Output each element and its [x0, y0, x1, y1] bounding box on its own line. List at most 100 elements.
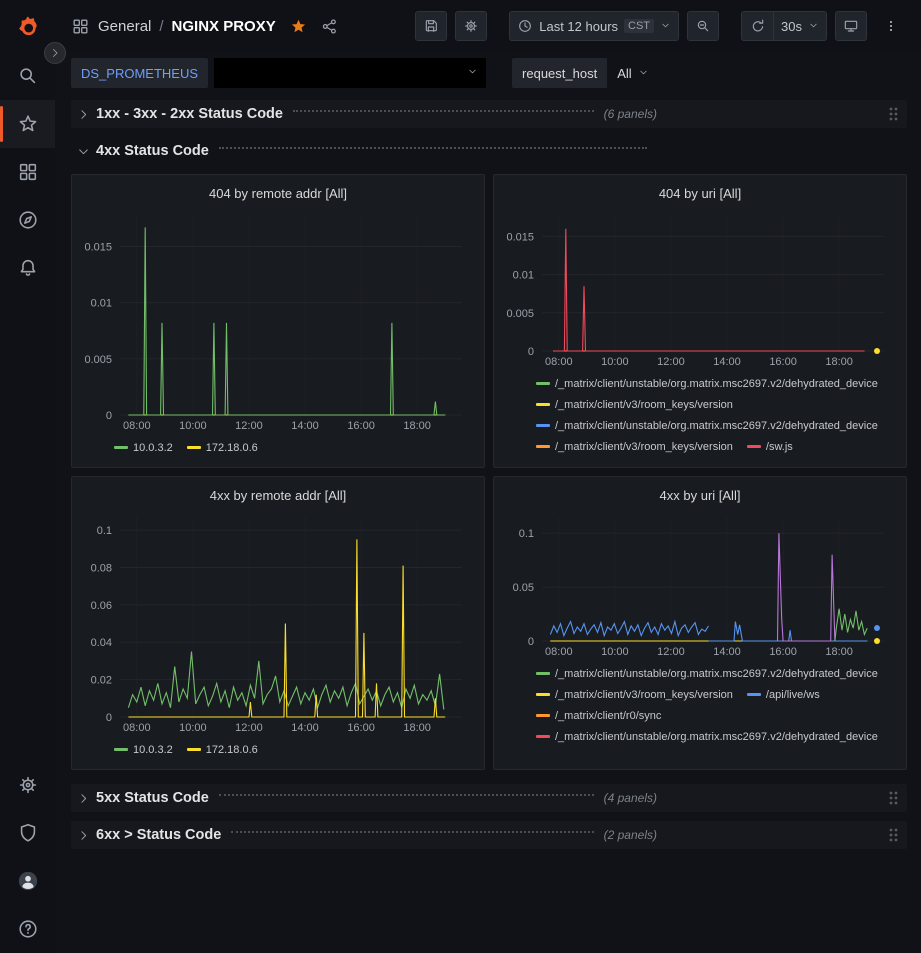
legend-item[interactable]: 10.0.3.2	[114, 739, 173, 760]
more-options-button[interactable]	[875, 11, 907, 41]
legend-item[interactable]: 10.0.3.2	[114, 437, 173, 458]
chevron-down-icon	[660, 20, 671, 31]
sidebar-item-help[interactable]	[0, 905, 55, 953]
timeseries-chart[interactable]: 08:0010:0012:0014:0016:0018:0000.0050.01…	[80, 207, 476, 433]
svg-text:0: 0	[528, 636, 534, 648]
panel-title[interactable]: 404 by remote addr [All]	[80, 179, 476, 207]
svg-text:0.1: 0.1	[519, 528, 534, 540]
sidebar-item-server-admin[interactable]	[0, 809, 55, 857]
row-drag-handle[interactable]	[887, 106, 907, 122]
sidebar-item-alerting[interactable]	[0, 244, 55, 292]
svg-text:0.08: 0.08	[91, 562, 112, 574]
dashboard-canvas: 1xx - 3xx - 2xx Status Code (6 panels) 4…	[55, 94, 921, 953]
panel-title[interactable]: 4xx by uri [All]	[502, 481, 898, 509]
sidebar-item-configuration[interactable]	[0, 761, 55, 809]
legend-item[interactable]: /_matrix/client/v3/room_keys/version	[536, 436, 733, 457]
top-navbar: General / NGINX PROXY	[55, 0, 921, 52]
main-area: General / NGINX PROXY	[55, 0, 921, 953]
datasource-variable-value[interactable]	[214, 58, 486, 88]
zoom-out-icon	[695, 18, 711, 34]
svg-text:12:00: 12:00	[235, 420, 263, 432]
row-panel-count: (4 panels)	[604, 791, 657, 805]
refresh-interval-label: 30s	[781, 19, 802, 34]
legend-item[interactable]: /_matrix/client/v3/room_keys/version	[536, 684, 733, 705]
row-1xx-3xx-2xx[interactable]: 1xx - 3xx - 2xx Status Code (6 panels)	[71, 100, 907, 128]
legend-series-label: /api/live/ws	[766, 689, 820, 701]
panel-4xx-by-uri: 4xx by uri [All] 08:0010:0012:0014:0016:…	[493, 476, 907, 770]
favorite-star-button[interactable]	[290, 18, 307, 35]
row-dotted-leader	[219, 147, 647, 149]
sidebar-item-explore[interactable]	[0, 196, 55, 244]
legend-item[interactable]: /_matrix/client/unstable/org.matrix.msc2…	[536, 726, 878, 747]
legend-series-marker	[187, 748, 201, 751]
sidebar-item-starred[interactable]	[0, 100, 55, 148]
drag-handle-icon	[887, 106, 899, 122]
timezone-badge: CST	[624, 19, 654, 33]
legend-item[interactable]: 172.18.0.6	[187, 437, 258, 458]
legend-series-label: 10.0.3.2	[133, 442, 173, 454]
svg-text:0.05: 0.05	[513, 582, 534, 594]
request-host-variable-value[interactable]: All	[607, 58, 658, 88]
row-drag-handle[interactable]	[887, 790, 907, 806]
legend-series-marker	[536, 445, 550, 448]
legend-item[interactable]: /api/live/ws	[747, 684, 820, 705]
row-drag-handle[interactable]	[887, 827, 907, 843]
legend-series-label: 10.0.3.2	[133, 744, 173, 756]
sidebar-expand-button[interactable]	[44, 42, 66, 64]
panel-legend: 10.0.3.2 172.18.0.6	[80, 735, 476, 763]
clock-icon	[517, 18, 533, 34]
chevron-right-icon	[77, 792, 90, 805]
timeseries-chart[interactable]: 08:0010:0012:0014:0016:0018:0000.050.1	[502, 509, 898, 659]
dashboard-settings-button[interactable]	[455, 11, 487, 41]
svg-text:08:00: 08:00	[545, 356, 573, 368]
legend-series-label: /_matrix/client/r0/sync	[555, 710, 661, 722]
tv-mode-button[interactable]	[835, 11, 867, 41]
timeseries-chart[interactable]: 08:0010:0012:0014:0016:0018:0000.020.040…	[80, 509, 476, 735]
request-host-variable-label[interactable]: request_host	[512, 58, 607, 88]
svg-text:10:00: 10:00	[601, 646, 629, 658]
row-6xx[interactable]: 6xx > Status Code (2 panels)	[71, 821, 907, 849]
sidebar-spacer	[0, 292, 55, 761]
legend-series-label: /_matrix/client/unstable/org.matrix.msc2…	[555, 668, 878, 680]
legend-item[interactable]: /_matrix/client/unstable/org.matrix.msc2…	[536, 415, 878, 436]
zoom-out-button[interactable]	[687, 11, 719, 41]
refresh-icon	[750, 18, 766, 34]
timeseries-chart[interactable]: 08:0010:0012:0014:0016:0018:0000.0050.01…	[502, 207, 898, 369]
breadcrumb-folder[interactable]: General	[98, 18, 151, 35]
share-icon	[321, 18, 338, 35]
svg-text:16:00: 16:00	[347, 420, 375, 432]
sidebar-item-profile[interactable]	[0, 857, 55, 905]
legend-series-marker	[536, 735, 550, 738]
legend-series-marker	[536, 693, 550, 696]
dashboards-grid-icon	[17, 161, 39, 183]
refresh-button[interactable]	[741, 11, 773, 41]
legend-item[interactable]: /_matrix/client/v3/room_keys/version	[536, 394, 733, 415]
legend-series-label: 172.18.0.6	[206, 744, 258, 756]
legend-item[interactable]: /sw.js	[747, 436, 793, 457]
legend-item[interactable]: /_matrix/client/unstable/org.matrix.msc2…	[536, 663, 878, 684]
svg-text:08:00: 08:00	[123, 722, 151, 734]
panel-title[interactable]: 4xx by remote addr [All]	[80, 481, 476, 509]
row-dotted-leader	[293, 110, 594, 112]
monitor-icon	[843, 18, 859, 34]
time-range-picker[interactable]: Last 12 hours CST	[509, 11, 679, 41]
share-dashboard-button[interactable]	[321, 18, 338, 35]
save-dashboard-button[interactable]	[415, 11, 447, 41]
bell-icon	[17, 257, 39, 279]
row-5xx[interactable]: 5xx Status Code (4 panels)	[71, 784, 907, 812]
row-4xx[interactable]: 4xx Status Code	[71, 137, 907, 165]
row-dotted-leader	[231, 831, 593, 833]
star-icon	[17, 113, 39, 135]
dashboard-title[interactable]: NGINX PROXY	[172, 18, 276, 35]
datasource-variable-label[interactable]: DS_PROMETHEUS	[71, 58, 208, 88]
svg-text:08:00: 08:00	[545, 646, 573, 658]
legend-item[interactable]: /_matrix/client/unstable/org.matrix.msc2…	[536, 373, 878, 394]
panel-legend: /_matrix/client/unstable/org.matrix.msc2…	[502, 369, 898, 461]
sidebar-item-dashboards[interactable]	[0, 148, 55, 196]
legend-item[interactable]: 172.18.0.6	[187, 739, 258, 760]
legend-series-marker	[187, 446, 201, 449]
row-panel-count: (6 panels)	[604, 107, 657, 121]
panel-title[interactable]: 404 by uri [All]	[502, 179, 898, 207]
refresh-interval-dropdown[interactable]: 30s	[773, 11, 827, 41]
legend-item[interactable]: /_matrix/client/r0/sync	[536, 705, 661, 726]
